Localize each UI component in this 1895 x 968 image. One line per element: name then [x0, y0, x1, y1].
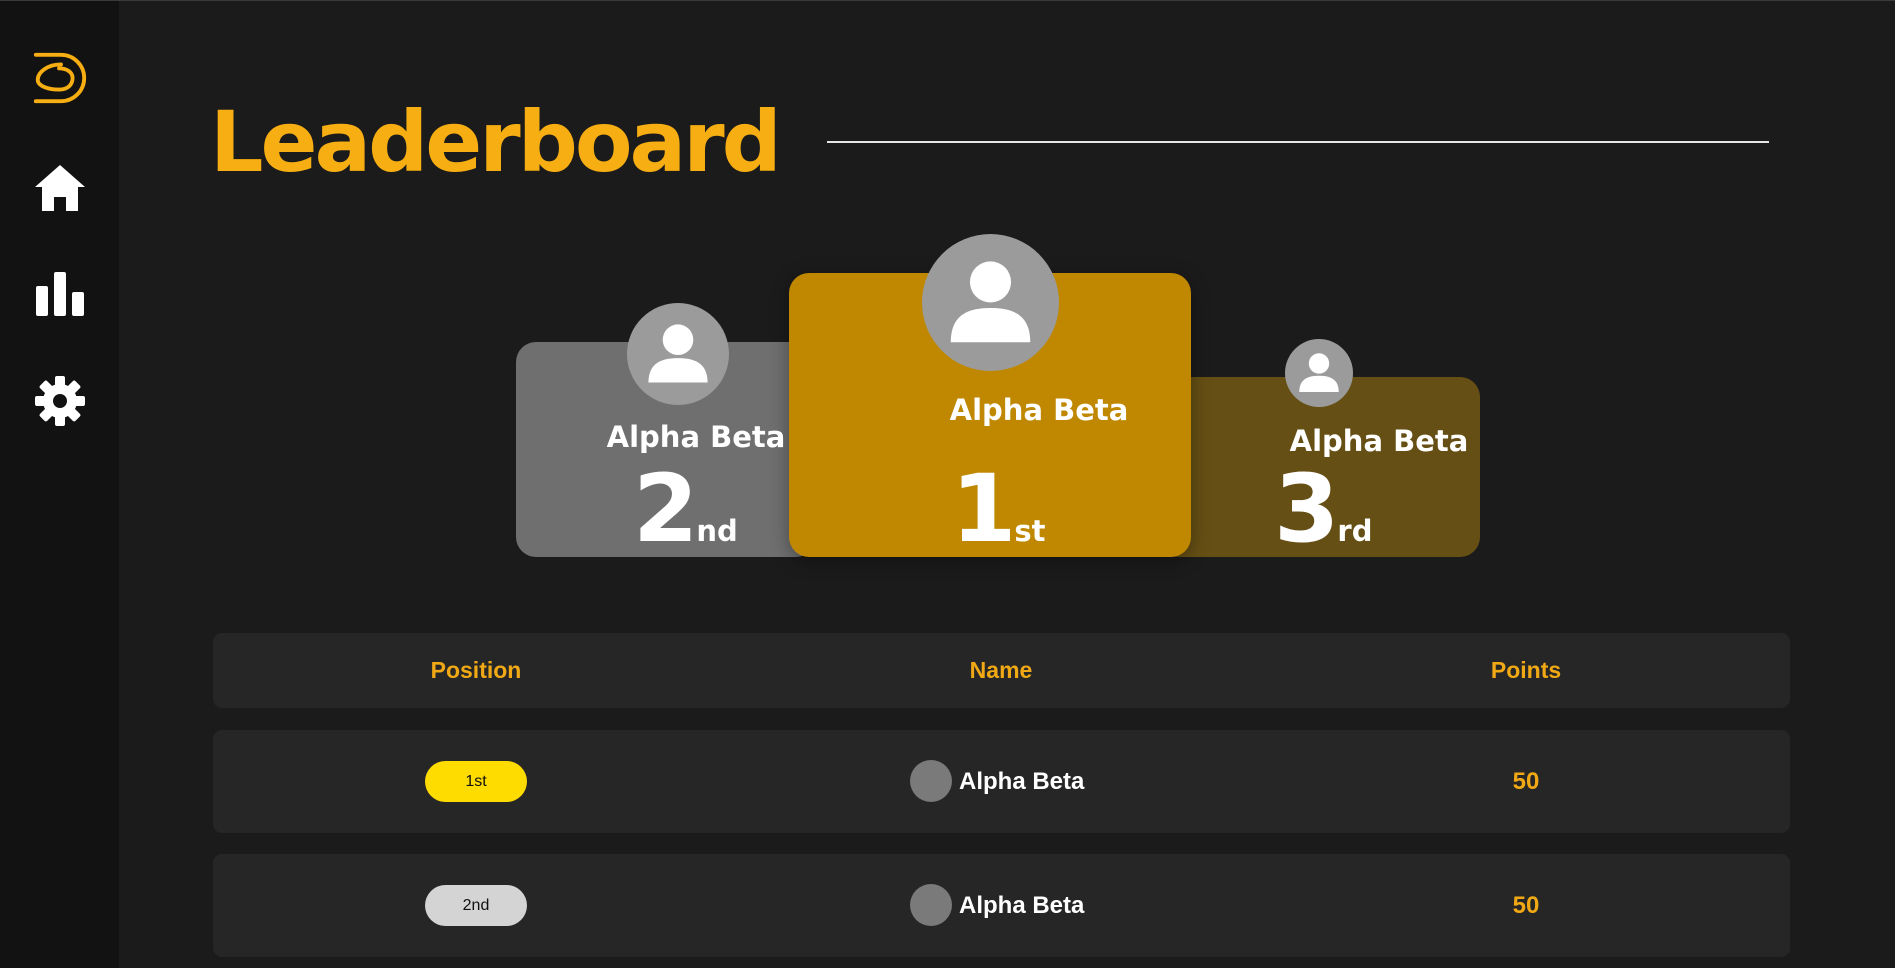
- table-header: Position Name Points: [213, 633, 1790, 708]
- column-header-position[interactable]: Position: [326, 633, 626, 708]
- avatar-first: [922, 234, 1059, 371]
- nav-stats-button[interactable]: [30, 263, 90, 323]
- avatar-third: [1285, 339, 1353, 407]
- table-row[interactable]: 2nd Alpha Beta 50: [213, 854, 1790, 957]
- avatar-second: [627, 303, 729, 405]
- bar-chart-icon: [36, 272, 84, 316]
- title-divider: [827, 141, 1769, 143]
- rank-suffix: st: [1014, 514, 1046, 548]
- rank-number: 1: [951, 455, 1016, 564]
- main-content: Leaderboard Alpha Beta Alpha Beta Alpha …: [119, 0, 1895, 968]
- nav-home-button[interactable]: [30, 158, 90, 218]
- logo-icon[interactable]: [30, 48, 90, 108]
- player-name: Alpha Beta: [959, 892, 1085, 919]
- page-title: Leaderboard: [210, 93, 782, 191]
- user-icon: [950, 261, 1031, 343]
- podium-rank-first: 1st: [951, 463, 1046, 557]
- user-icon: [1299, 353, 1339, 393]
- sidebar: [0, 1, 119, 968]
- podium-name-second: Alpha Beta: [606, 420, 786, 454]
- rank-suffix: nd: [696, 514, 738, 548]
- nav-settings-button[interactable]: [30, 371, 90, 431]
- player-name: Alpha Beta: [959, 768, 1085, 795]
- podium-name-third: Alpha Beta: [1289, 424, 1469, 458]
- rank-suffix: rd: [1337, 514, 1373, 548]
- player-points: 50: [1512, 768, 1540, 795]
- column-header-points[interactable]: Points: [1376, 633, 1676, 708]
- podium-rank-third: 3rd: [1274, 463, 1372, 557]
- avatar: [910, 884, 952, 926]
- player-points: 50: [1512, 892, 1540, 919]
- rank-number: 3: [1274, 455, 1339, 564]
- podium-rank-second: 2nd: [633, 463, 738, 557]
- gear-icon: [35, 376, 85, 426]
- podium-name-first: Alpha Beta: [949, 393, 1129, 427]
- column-header-name[interactable]: Name: [851, 633, 1151, 708]
- avatar: [910, 760, 952, 802]
- home-icon: [35, 165, 85, 211]
- user-icon: [648, 324, 708, 383]
- position-badge: 1st: [425, 761, 527, 802]
- rank-number: 2: [633, 455, 698, 564]
- table-row[interactable]: 1st Alpha Beta 50: [213, 730, 1790, 833]
- position-badge: 2nd: [425, 885, 527, 926]
